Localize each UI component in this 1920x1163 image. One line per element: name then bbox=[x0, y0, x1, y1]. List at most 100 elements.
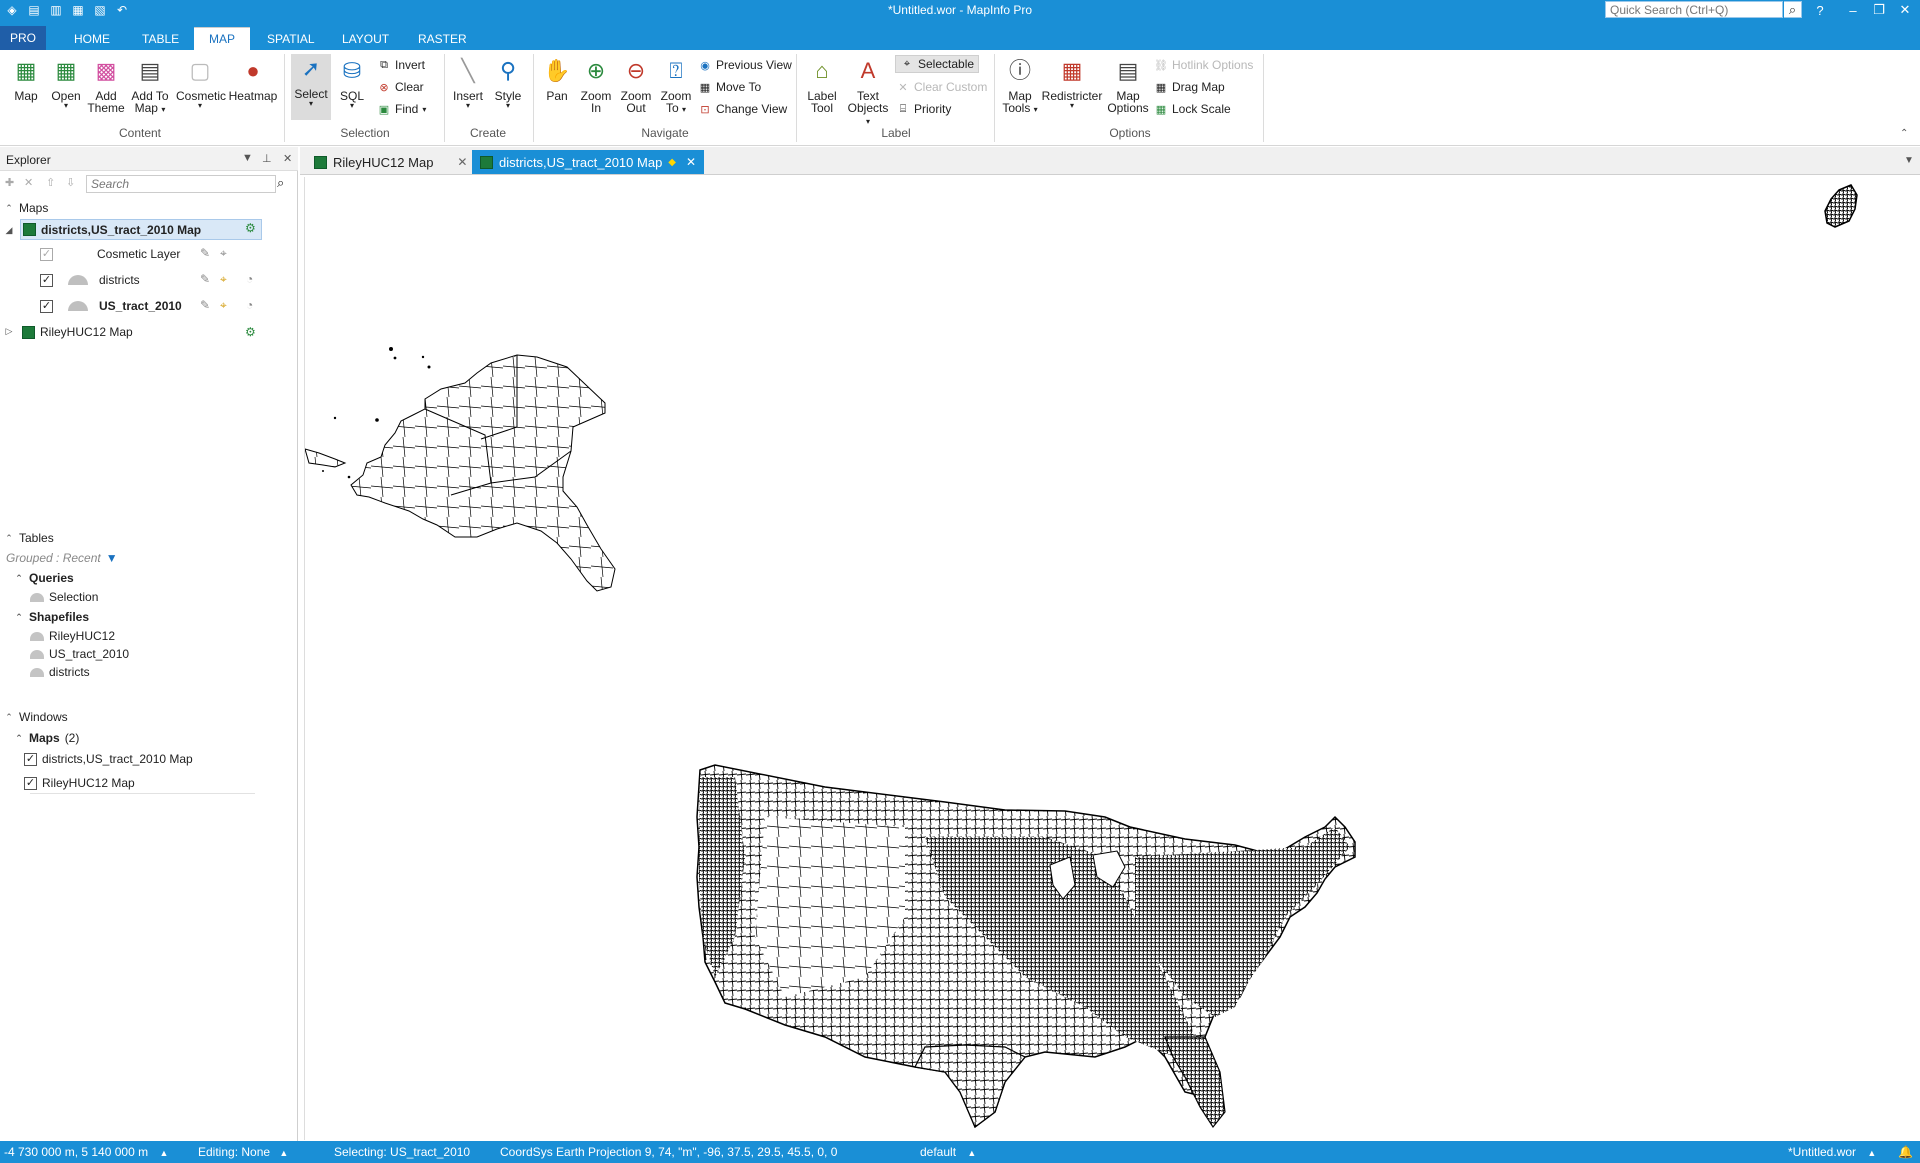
tab-spatial[interactable]: SPATIAL bbox=[257, 27, 325, 50]
selectable-toggle[interactable]: ⌖ Selectable bbox=[895, 55, 980, 73]
maps-section-header[interactable]: ⌃ Maps bbox=[4, 199, 48, 217]
hotlink-options-button[interactable]: ⛓ Hotlink Options bbox=[1154, 56, 1253, 74]
edit-layer-icon[interactable]: ✎ bbox=[200, 272, 210, 286]
add-icon[interactable]: ✚ bbox=[5, 176, 14, 189]
map-settings-icon[interactable]: ⚙ bbox=[245, 221, 256, 235]
zoom-out-button[interactable]: ⊖ Zoom Out bbox=[616, 56, 656, 115]
label-layer-icon[interactable]: ◔ bbox=[246, 298, 253, 312]
help-button[interactable]: ? bbox=[1805, 0, 1835, 20]
map-item-districts-tract[interactable]: districts,US_tract_2010 Map bbox=[20, 219, 262, 240]
search-icon[interactable]: ⌕ bbox=[1784, 1, 1802, 18]
map-tools-button[interactable]: ⓘ Map Tools ▾ bbox=[1000, 56, 1040, 115]
expand-caret-icon[interactable]: ▷ bbox=[4, 326, 14, 337]
queries-group-header[interactable]: ⌃ Queries bbox=[14, 569, 73, 587]
tab-raster[interactable]: RASTER bbox=[408, 27, 477, 50]
windows-section-header[interactable]: ⌃ Windows bbox=[4, 708, 67, 726]
remove-icon[interactable]: ✕ bbox=[24, 176, 33, 189]
move-to-button[interactable]: ▦ Move To bbox=[698, 78, 761, 96]
heatmap-button[interactable]: ● Heatmap bbox=[228, 56, 278, 103]
close-tab-icon[interactable]: ✕ bbox=[457, 155, 467, 169]
cursor-coordinates[interactable]: -4 730 000 m, 5 140 000 m ▲ bbox=[4, 1145, 168, 1159]
table-item-selection[interactable]: Selection bbox=[30, 588, 98, 606]
clear-custom-button[interactable]: ✕ Clear Custom bbox=[896, 78, 987, 96]
window-visibility-checkbox[interactable]: ✓ bbox=[24, 776, 37, 790]
explorer-search-input[interactable]: Search bbox=[86, 175, 276, 193]
add-theme-button[interactable]: ▩ Add Theme bbox=[86, 56, 126, 115]
selectable-layer-icon[interactable]: ⌖ bbox=[220, 298, 227, 313]
close-button[interactable]: ✕ bbox=[1890, 0, 1920, 20]
tab-map[interactable]: MAP bbox=[194, 27, 250, 50]
close-panel-icon[interactable]: ✕ bbox=[283, 152, 292, 165]
map-settings-icon[interactable]: ⚙ bbox=[245, 325, 256, 339]
close-tab-icon[interactable]: ✕ bbox=[686, 155, 696, 169]
workspace-status[interactable]: *Untitled.wor ▲ bbox=[1788, 1145, 1876, 1159]
edit-layer-icon[interactable]: ✎ bbox=[200, 246, 210, 260]
layer-visibility-checkbox[interactable]: ✓ bbox=[40, 299, 53, 313]
insert-button[interactable]: ╲ Insert ▾ bbox=[448, 56, 488, 110]
tab-table[interactable]: TABLE bbox=[132, 27, 189, 50]
pan-button[interactable]: ✋ Pan bbox=[537, 56, 577, 103]
open-button[interactable]: ▦ Open ▾ bbox=[46, 56, 86, 110]
change-view-button[interactable]: ⊡ Change View bbox=[698, 100, 787, 118]
style-status[interactable]: default ▲ bbox=[920, 1145, 976, 1159]
zoom-to-button[interactable]: ⍰ Zoom To ▾ bbox=[656, 56, 696, 115]
cosmetic-button[interactable]: ▢ Cosmetic ▾ bbox=[176, 56, 226, 110]
selectable-layer-icon[interactable]: ⌖ bbox=[220, 272, 227, 287]
layer-districts[interactable]: ✓ districts bbox=[40, 271, 140, 289]
grouped-dropdown[interactable]: Grouped : Recent ▼ bbox=[6, 549, 118, 567]
search-icon[interactable]: ⌕ bbox=[277, 175, 284, 191]
priority-button[interactable]: ⌸ Priority bbox=[896, 100, 952, 118]
move-up-icon[interactable]: ⇧ bbox=[46, 176, 55, 189]
tab-rileyhuc12-map[interactable]: RileyHUC12 Map ✕ bbox=[306, 150, 475, 174]
previous-view-button[interactable]: ◉ Previous View bbox=[698, 56, 792, 74]
find-button[interactable]: ▣ Find ▾ bbox=[377, 100, 427, 118]
text-objects-button[interactable]: A Text Objects ▾ bbox=[844, 56, 892, 126]
invert-button[interactable]: ⧉ Invert bbox=[377, 56, 425, 74]
editing-status[interactable]: Editing: None ▲ bbox=[198, 1145, 288, 1159]
window-visibility-checkbox[interactable]: ✓ bbox=[24, 752, 37, 766]
tab-home[interactable]: HOME bbox=[64, 27, 120, 50]
tables-section-header[interactable]: ⌃ Tables bbox=[4, 529, 53, 547]
map-drawing[interactable] bbox=[304, 177, 1917, 1140]
label-layer-icon[interactable]: ◔ bbox=[246, 272, 253, 286]
label-tool-button[interactable]: ⌂ Label Tool bbox=[802, 56, 842, 115]
panel-menu-icon[interactable]: ▼ bbox=[242, 152, 253, 164]
edit-layer-icon[interactable]: ✎ bbox=[200, 298, 210, 312]
tab-pro[interactable]: PRO bbox=[0, 26, 46, 50]
tab-list-dropdown-icon[interactable]: ▼ bbox=[1904, 155, 1914, 166]
layer-visibility-checkbox[interactable]: ✓ bbox=[40, 247, 53, 261]
window-item-districts-tract[interactable]: ✓ districts,US_tract_2010 Map bbox=[24, 750, 193, 768]
window-item-rileyhuc12[interactable]: ✓ RileyHUC12 Map bbox=[24, 774, 135, 792]
quick-search-input[interactable]: Quick Search (Ctrl+Q) bbox=[1605, 1, 1783, 18]
table-item-us-tract-2010[interactable]: US_tract_2010 bbox=[30, 645, 129, 663]
redistricter-button[interactable]: ▦ Redistricter ▾ bbox=[1040, 56, 1104, 110]
notification-bell-icon[interactable]: 🔔 bbox=[1898, 1145, 1913, 1159]
tab-districts-tract-map[interactable]: districts,US_tract_2010 Map ◆ ✕ bbox=[472, 150, 705, 174]
style-button[interactable]: ⚲ Style ▾ bbox=[488, 56, 528, 110]
sql-button[interactable]: ⛁ SQL ▾ bbox=[332, 56, 372, 110]
map-item-rileyhuc12[interactable]: RileyHUC12 Map bbox=[22, 323, 133, 341]
layer-us-tract-2010[interactable]: ✓ US_tract_2010 bbox=[40, 297, 182, 315]
map-button[interactable]: ▦ Map bbox=[6, 56, 46, 103]
expand-caret-icon[interactable]: ◢ bbox=[4, 225, 14, 236]
table-item-districts[interactable]: districts bbox=[30, 663, 90, 681]
collapse-ribbon-icon[interactable]: ⌃ bbox=[1900, 128, 1908, 139]
pin-icon[interactable]: ⊥ bbox=[262, 152, 272, 165]
table-item-rileyhuc12[interactable]: RileyHUC12 bbox=[30, 627, 115, 645]
layer-visibility-checkbox[interactable]: ✓ bbox=[40, 273, 53, 287]
zoom-in-button[interactable]: ⊕ Zoom In bbox=[576, 56, 616, 115]
shapefiles-group-header[interactable]: ⌃ Shapefiles bbox=[14, 608, 89, 626]
drag-map-button[interactable]: ▦ Drag Map bbox=[1154, 78, 1225, 96]
add-to-map-button[interactable]: ▤ Add To Map ▾ bbox=[130, 56, 170, 115]
select-button[interactable]: ➚ Select ▾ bbox=[291, 54, 331, 120]
move-down-icon[interactable]: ⇩ bbox=[66, 176, 75, 189]
lock-scale-button[interactable]: ▦ Lock Scale bbox=[1154, 100, 1231, 118]
tab-layout[interactable]: LAYOUT bbox=[332, 27, 399, 50]
map-options-button[interactable]: ▤ Map Options bbox=[1106, 56, 1150, 115]
windows-maps-group-header[interactable]: ⌃ Maps (2) bbox=[14, 729, 79, 747]
clear-selection-button[interactable]: ⊗ Clear bbox=[377, 78, 423, 96]
selectable-layer-icon[interactable]: ⌖ bbox=[220, 246, 227, 261]
map-canvas[interactable] bbox=[304, 177, 1916, 1140]
layer-cosmetic[interactable]: ✓ Cosmetic Layer bbox=[40, 245, 180, 263]
map-label: Map bbox=[14, 89, 38, 103]
